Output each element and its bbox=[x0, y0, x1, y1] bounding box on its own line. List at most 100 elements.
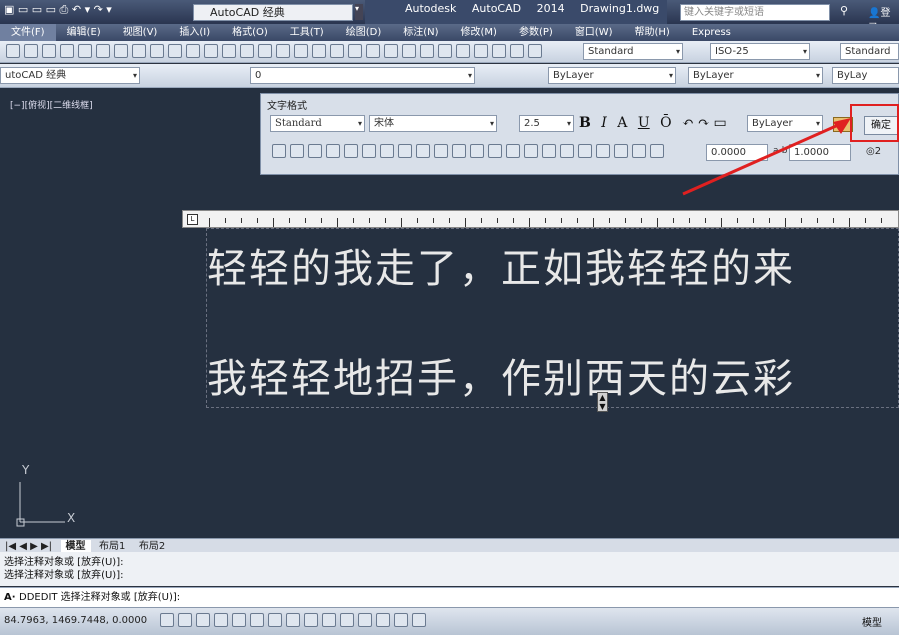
menu-item-10[interactable]: 窗口(W) bbox=[564, 24, 624, 41]
ruler-tick bbox=[577, 218, 578, 223]
ruler-tick bbox=[561, 218, 562, 223]
ruler-tick bbox=[625, 218, 626, 223]
workspace-toolbar-combo[interactable]: utoCAD 经典 ▾ bbox=[0, 67, 140, 84]
ruler-tick bbox=[225, 218, 226, 223]
ruler-tick bbox=[257, 218, 258, 223]
resize-handle-icon[interactable]: ▲ ▼ bbox=[597, 392, 608, 412]
ruler-tick bbox=[865, 218, 866, 223]
ruler-tick bbox=[289, 218, 290, 223]
ruler-tick bbox=[385, 218, 386, 223]
window-title: Autodesk AutoCAD 2014 Drawing1.dwg bbox=[365, 0, 667, 24]
menu-item-0[interactable]: 文件(F) bbox=[0, 24, 56, 41]
ruler-tick bbox=[817, 218, 818, 223]
workspace-combo[interactable]: AutoCAD 经典 bbox=[193, 4, 353, 21]
ruler-tick bbox=[433, 218, 434, 223]
menu-item-11[interactable]: 帮助(H) bbox=[624, 24, 681, 41]
underline-button[interactable]: U bbox=[638, 115, 650, 131]
axis-y-label: Y bbox=[22, 463, 30, 477]
ruler-tick bbox=[737, 218, 738, 223]
paragraph-tools[interactable] bbox=[270, 144, 666, 158]
command-icon: A· bbox=[4, 592, 20, 603]
ruler-tick bbox=[241, 218, 242, 223]
ruler-tick bbox=[593, 218, 594, 227]
viewport-label[interactable]: [−][俯视][二维线框] bbox=[10, 98, 93, 111]
tf-height-combo[interactable]: 2.5 ▾ bbox=[519, 115, 574, 132]
dim-style-combo[interactable]: ISO-25 ▾ bbox=[710, 43, 810, 60]
menu-item-12[interactable]: Express bbox=[681, 24, 742, 41]
ruler-tick bbox=[721, 218, 722, 227]
tf-style-combo[interactable]: Standard ▾ bbox=[270, 115, 365, 132]
ruler-tick bbox=[273, 218, 274, 227]
model-space-button[interactable]: 模型 bbox=[862, 614, 882, 629]
menu-item-4[interactable]: 格式(O) bbox=[221, 24, 279, 41]
menu-item-1[interactable]: 编辑(E) bbox=[56, 24, 112, 41]
ruler-tick bbox=[833, 218, 834, 223]
workspace-dropdown-icon[interactable]: ▾ bbox=[355, 4, 363, 20]
red-arrow bbox=[682, 118, 851, 196]
ruler-tick bbox=[545, 218, 546, 223]
ruler-tick bbox=[481, 218, 482, 223]
ruler-tick bbox=[529, 218, 530, 227]
italic-button[interactable]: I bbox=[601, 115, 607, 131]
tab-type-icon[interactable]: L bbox=[187, 214, 198, 225]
highlight-box bbox=[850, 104, 899, 142]
menu-item-9[interactable]: 参数(P) bbox=[508, 24, 564, 41]
ruler-tick bbox=[689, 218, 690, 223]
table-style-combo[interactable]: Standard bbox=[840, 43, 899, 60]
command-history: 选择注释对象或 [放弃(U)]: 选择注释对象或 [放弃(U)]: bbox=[0, 552, 899, 586]
layers-toolbar: utoCAD 经典 ▾ 0 ▾ ByLayer ▾ ByLayer ▾ ByLay bbox=[0, 64, 899, 88]
menu-item-5[interactable]: 工具(T) bbox=[279, 24, 335, 41]
standard-toolbar-icons[interactable] bbox=[4, 44, 544, 58]
ruler-tick bbox=[369, 218, 370, 223]
ruler-tick bbox=[513, 218, 514, 223]
ruler-tick bbox=[801, 218, 802, 223]
ruler-tick bbox=[497, 218, 498, 223]
command-history-line-2: 选择注释对象或 [放弃(U)]: bbox=[4, 570, 124, 581]
binoculars-icon[interactable]: ⚲ bbox=[840, 4, 848, 17]
text-format-title: 文字格式 bbox=[267, 101, 307, 112]
menu-item-8[interactable]: 修改(M) bbox=[450, 24, 508, 41]
mtext-line-2[interactable]: 我轻轻地招手，作别西天的云彩 bbox=[207, 346, 795, 404]
overline-button[interactable]: Ō bbox=[660, 115, 671, 131]
drafting-toggles[interactable] bbox=[158, 613, 428, 627]
ruler-tick bbox=[305, 218, 306, 223]
status-bar: 84.7963, 1469.7448, 0.0000 模型 bbox=[0, 607, 899, 635]
app-menu-icon[interactable]: ▣ ▭ ▭ ▭ ⎙ ↶ ▾ ↷ ▾ bbox=[4, 3, 112, 17]
ruler-tick bbox=[657, 218, 658, 227]
text-ruler[interactable]: L bbox=[182, 210, 899, 228]
bold-button[interactable]: B bbox=[579, 115, 591, 131]
width-factor-input[interactable]: ◎2 bbox=[866, 146, 881, 157]
title-bar: ▣ ▭ ▭ ▭ ⎙ ↶ ▾ ↷ ▾ AutoCAD 经典 ▾ Autodesk … bbox=[0, 0, 899, 34]
ruler-tick bbox=[705, 218, 706, 223]
linetype-combo[interactable]: ByLayer ▾ bbox=[688, 67, 823, 84]
ruler-tick bbox=[353, 218, 354, 223]
command-line[interactable]: A· DDEDIT 选择注释对象或 [放弃(U)]: bbox=[0, 587, 899, 607]
color-combo[interactable]: ByLayer ▾ bbox=[548, 67, 676, 84]
command-history-line-1: 选择注释对象或 [放弃(U)]: bbox=[4, 557, 124, 568]
menu-item-6[interactable]: 绘图(D) bbox=[335, 24, 393, 41]
ruler-tick bbox=[449, 218, 450, 223]
text-style-combo[interactable]: Standard ▾ bbox=[583, 43, 683, 60]
menu-item-7[interactable]: 标注(N) bbox=[392, 24, 449, 41]
standard-toolbar: Standard ▾ ISO-25 ▾ Standard bbox=[0, 41, 899, 63]
axis-x-label: X bbox=[67, 511, 76, 525]
ruler-tick bbox=[673, 218, 674, 223]
layout-tabs: |◀ ◀ ▶ ▶| 模型 布局1 布局2 bbox=[0, 538, 899, 553]
ruler-tick bbox=[337, 218, 338, 227]
ruler-tick bbox=[753, 218, 754, 223]
menu-item-2[interactable]: 视图(V) bbox=[112, 24, 169, 41]
ruler-tick bbox=[209, 218, 210, 227]
ruler-tick bbox=[641, 218, 642, 223]
ruler-tick bbox=[321, 218, 322, 223]
ruler-tick bbox=[849, 218, 850, 227]
menu-item-3[interactable]: 插入(I) bbox=[168, 24, 221, 41]
coordinates-readout: 84.7963, 1469.7448, 0.0000 bbox=[4, 615, 148, 626]
mtext-line-1[interactable]: 轻轻的我走了，正如我轻轻的来 bbox=[207, 236, 795, 294]
lineweight-combo[interactable]: ByLay bbox=[832, 67, 899, 84]
search-input[interactable]: 键入关键字或短语 bbox=[680, 4, 830, 21]
strikethrough-button[interactable]: A bbox=[617, 115, 627, 131]
menu-bar: 文件(F) 编辑(E) 视图(V) 插入(I) 格式(O) 工具(T) 绘图(D) 标注(N)… bbox=[0, 24, 899, 41]
layer-combo[interactable]: 0 ▾ bbox=[250, 67, 475, 84]
ruler-tick bbox=[401, 218, 402, 227]
tf-font-combo[interactable]: 宋体 ▾ bbox=[369, 115, 497, 132]
